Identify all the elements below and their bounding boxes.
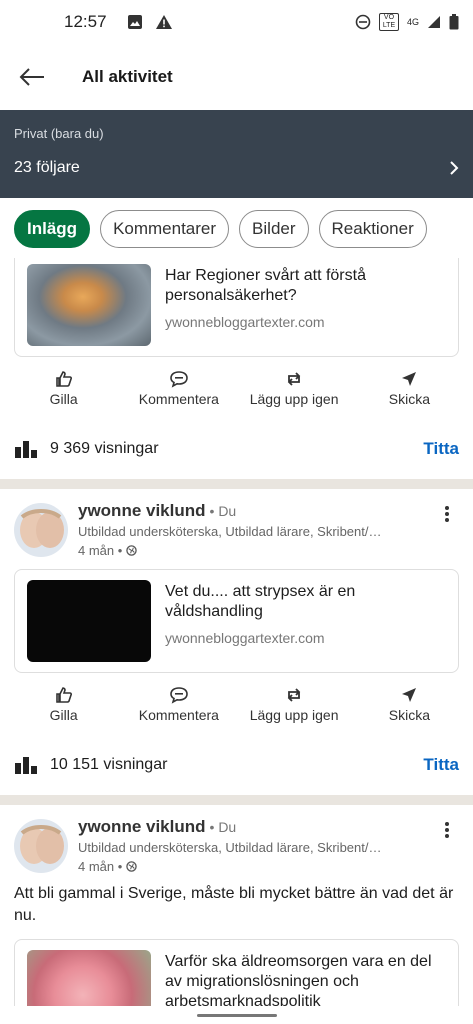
globe-icon (126, 861, 138, 872)
volte-icon: VO LTE (378, 13, 399, 31)
app-bar: All aktivitet (0, 44, 473, 110)
avatar[interactable] (14, 503, 68, 557)
dnd-icon (355, 14, 371, 30)
repost-icon (287, 687, 301, 702)
privacy-label: Privat (bara du) (14, 126, 104, 141)
more-options-button[interactable] (435, 817, 459, 877)
status-bar: 12:57 VO LTE 4G (0, 0, 473, 44)
post-separator (0, 795, 473, 805)
like-label: Gilla (49, 706, 78, 723)
comment-icon (170, 370, 188, 388)
like-icon (55, 686, 72, 703)
post-3: ywonne viklund • Du Utbildad undersköter… (0, 805, 473, 1006)
repost-button[interactable]: Lägg upp igen (237, 370, 352, 407)
globe-icon (126, 545, 138, 556)
link-card[interactable]: Vet du.... att strypsex är en våldshandl… (14, 569, 459, 673)
like-label: Gilla (49, 390, 78, 407)
page-title: All aktivitet (82, 67, 173, 86)
views-row: 9 369 visningar Titta (0, 419, 473, 479)
post-author[interactable]: ywonne viklund • Du Utbildad undersköter… (0, 489, 473, 561)
article-site: ywonnebloggartexter.com (165, 630, 325, 646)
post-separator (0, 479, 473, 489)
visibility-banner[interactable]: Privat (bara du) 23 följare (0, 110, 473, 198)
article-title: Har Regioner svårt att förstå personalsä… (165, 267, 366, 304)
post-2: ywonne viklund • Du Utbildad undersköter… (0, 489, 473, 795)
chip-comments[interactable]: Kommentarer (100, 210, 230, 248)
like-button[interactable]: Gilla (6, 370, 121, 407)
comment-button[interactable]: Kommentera (121, 370, 236, 407)
view-analytics-link[interactable]: Titta (423, 439, 459, 459)
battery-icon (449, 14, 459, 30)
filter-chips: Inlägg Kommentarer Bilder Reaktioner (14, 210, 473, 250)
views-count: 9 369 visningar (50, 440, 159, 457)
repost-label: Lägg upp igen (249, 706, 339, 723)
avatar[interactable] (14, 819, 68, 873)
author-name[interactable]: ywonne viklund (78, 817, 206, 837)
comment-button[interactable]: Kommentera (121, 686, 236, 723)
author-headline: Utbildad undersköterska, Utbildad lärare… (78, 524, 382, 539)
status-time: 12:57 (64, 12, 107, 31)
bar-chart-icon (15, 757, 37, 774)
chevron-right-icon (450, 161, 459, 175)
post-actions: Gilla Kommentera Lägg upp igen Skicka (0, 357, 473, 419)
gesture-nav-bar[interactable] (0, 1006, 473, 1024)
send-button[interactable]: Skicka (352, 686, 467, 723)
comment-label: Kommentera (138, 390, 219, 407)
post-time: 4 mån • (78, 543, 123, 558)
link-card[interactable]: Varför ska äldreomsorgen vara en del av … (14, 939, 459, 1006)
post-actions: Gilla Kommentera Lägg upp igen Skicka (0, 673, 473, 735)
image-icon (127, 15, 142, 29)
article-thumbnail (27, 580, 151, 662)
article-site: ywonnebloggartexter.com (165, 314, 325, 330)
article-title: Varför ska äldreomsorgen vara en del av … (165, 953, 432, 1006)
article-thumbnail (27, 264, 151, 346)
chip-posts[interactable]: Inlägg (14, 210, 91, 248)
warning-icon (155, 15, 172, 29)
repost-icon (287, 371, 301, 386)
comment-label: Kommentera (138, 706, 219, 723)
send-icon (402, 371, 417, 386)
author-headline: Utbildad undersköterska, Utbildad lärare… (78, 840, 382, 855)
network-label: 4G (406, 17, 419, 27)
repost-button[interactable]: Lägg upp igen (237, 686, 352, 723)
activity-feed[interactable]: Har Regioner svårt att förstå personalsä… (0, 258, 473, 1006)
more-options-button[interactable] (435, 501, 459, 561)
view-analytics-link[interactable]: Titta (423, 755, 459, 775)
post-text: Att bli gammal i Sverige, måste bli myck… (14, 885, 454, 924)
like-button[interactable]: Gilla (6, 686, 121, 723)
link-card[interactable]: Har Regioner svårt att förstå personalsä… (14, 258, 459, 357)
send-label: Skicka (388, 706, 430, 723)
chip-reactions[interactable]: Reaktioner (318, 210, 427, 248)
back-button[interactable] (0, 44, 64, 110)
post-1: Har Regioner svårt att förstå personalsä… (0, 258, 473, 479)
connection-degree: • Du (209, 503, 237, 519)
views-row: 10 151 visningar Titta (0, 735, 473, 795)
article-title: Vet du.... att strypsex är en våldshandl… (165, 583, 356, 620)
post-time: 4 mån • (78, 859, 123, 874)
send-button[interactable]: Skicka (352, 370, 467, 407)
article-thumbnail (27, 950, 151, 1006)
views-count: 10 151 visningar (50, 756, 168, 773)
post-author[interactable]: ywonne viklund • Du Utbildad undersköter… (0, 805, 473, 877)
send-icon (402, 687, 417, 702)
followers-count: 23 följare (14, 159, 80, 176)
home-handle[interactable] (196, 1013, 277, 1017)
more-vertical-icon (445, 506, 449, 522)
connection-degree: • Du (209, 819, 237, 835)
signal-icon (428, 16, 440, 28)
bar-chart-icon (15, 441, 37, 458)
like-icon (55, 370, 72, 387)
chip-images[interactable]: Bilder (239, 210, 309, 248)
comment-icon (170, 686, 188, 704)
more-vertical-icon (445, 822, 449, 838)
send-label: Skicka (388, 390, 430, 407)
back-arrow-icon (19, 68, 44, 86)
author-name[interactable]: ywonne viklund (78, 501, 206, 521)
repost-label: Lägg upp igen (249, 390, 339, 407)
